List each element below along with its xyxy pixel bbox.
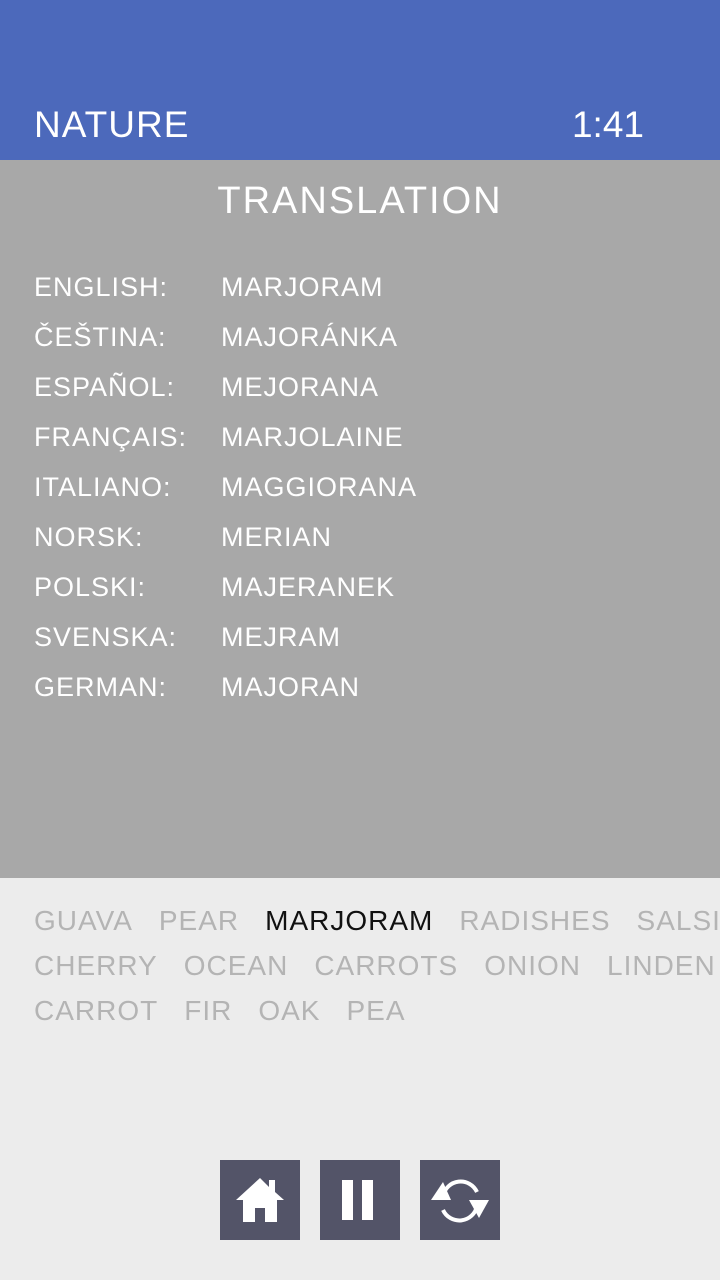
translation-row: ESPAÑOL: MEJORANA [34,372,379,406]
translation-row: ENGLISH: MARJORAM [34,272,384,306]
pause-icon [342,1180,373,1220]
timer: 1:41 [571,104,644,145]
translated-word: MEJRAM [221,622,341,652]
word-list: GUAVA PEAR MARJORAM RADISHES SALSIFY CHERRY OC… [34,905,720,1040]
translated-word: MEJORANA [221,372,380,402]
word-item[interactable]: RADISHES [459,905,610,936]
translation-row: POLSKI: MAJERANEK [34,572,395,606]
translation-row: ITALIANO: MAGGIORANA [34,472,417,506]
word-item[interactable]: MARJORAM [265,905,433,936]
word-item[interactable]: PEAR [159,905,239,936]
word-item[interactable]: GUAVA [34,905,133,936]
translated-word: MARJOLAINE [221,422,404,452]
word-line: CARROT FIR OAK PEA [34,995,720,1040]
word-item[interactable]: CHERRY [34,950,158,981]
translation-row: GERMAN: MAJORAN [34,672,360,706]
word-item[interactable]: PEA [346,995,405,1026]
word-item[interactable]: ONION [484,950,581,981]
word-item[interactable]: CARROT [34,995,158,1026]
language-label: NORSK: [34,522,144,552]
category-title: NATURE [34,104,190,145]
language-label: FRANÇAIS: [34,422,188,452]
language-label: POLSKI: [34,572,147,602]
language-label: GERMAN: [34,672,168,702]
home-icon [236,1178,284,1222]
language-label: SVENSKA: [34,622,178,652]
home-button[interactable] [220,1160,300,1240]
translated-word: MAJORAN [221,672,361,702]
word-item[interactable]: LINDEN [607,950,716,981]
translated-word: MAGGIORANA [221,472,418,502]
translated-word: MAJORÁNKA [221,322,399,352]
translation-heading: TRANSLATION [217,180,503,222]
language-label: ESPAÑOL: [34,372,176,402]
language-label: ENGLISH: [34,272,169,302]
refresh-icon [431,1179,489,1223]
language-label: ČEŠTINA: [34,322,167,352]
pause-button[interactable] [320,1160,400,1240]
restart-button[interactable] [420,1160,500,1240]
translated-word: MARJORAM [221,272,384,302]
translation-row: FRANÇAIS: MARJOLAINE [34,422,404,456]
word-line: CHERRYOCEANCARROTSONIONLINDENFLO [34,950,720,995]
translated-word: MERIAN [221,522,333,552]
translated-word: MAJERANEK [221,572,396,602]
word-line: GUAVA PEAR MARJORAM RADISHES SALSIFY [34,905,720,950]
translation-row: ČEŠTINA: MAJORÁNKA [34,322,398,356]
word-item[interactable]: OCEAN [184,950,289,981]
word-item[interactable]: FIR [184,995,232,1026]
word-item[interactable]: CARROTS [314,950,458,981]
translation-panel: TRANSLATION ENGLISH: MARJORAM ČEŠTINA: MAJO… [0,160,720,878]
word-item[interactable]: OAK [258,995,320,1026]
translation-row: SVENSKA: MEJRAM [34,622,341,656]
translation-row: NORSK: MERIAN [34,522,332,556]
word-item[interactable]: SALSIFY [637,905,720,936]
header: NATURE 1:41 [0,0,720,160]
language-label: ITALIANO: [34,472,172,502]
